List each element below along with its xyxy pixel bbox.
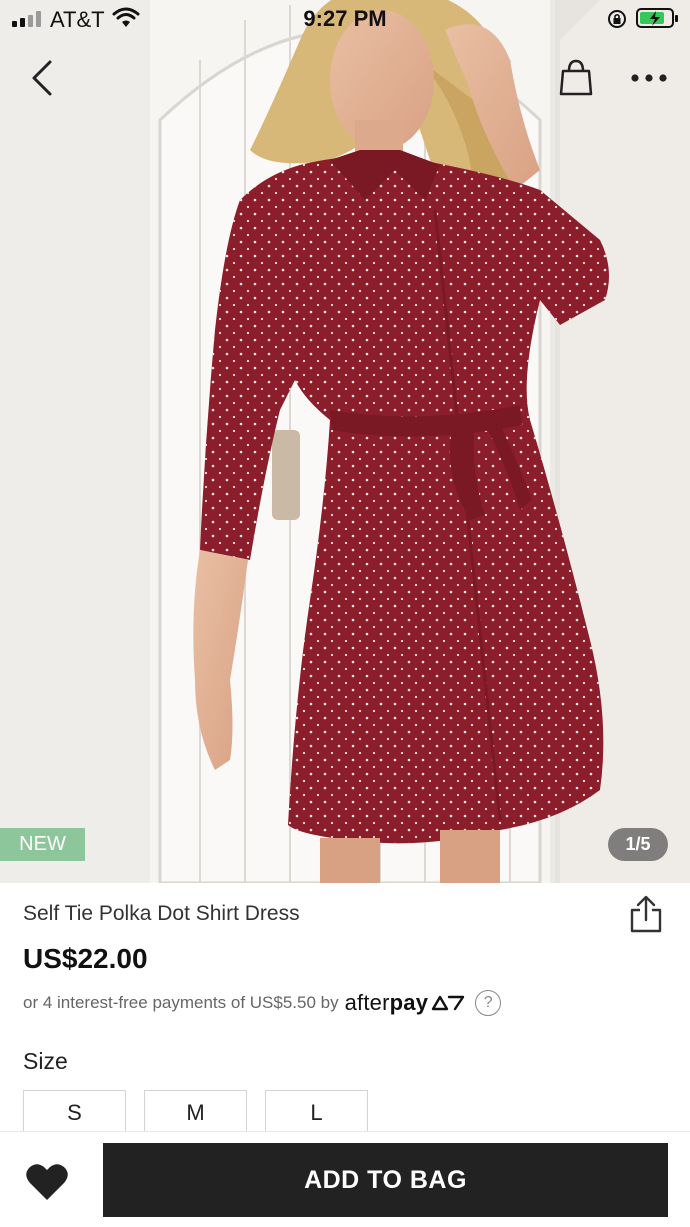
new-badge: NEW xyxy=(0,828,85,861)
wifi-icon xyxy=(112,7,140,27)
back-chevron-icon xyxy=(32,60,52,96)
wishlist-button[interactable] xyxy=(25,1162,71,1204)
shopping-bag-icon xyxy=(559,59,593,96)
orientation-lock-icon xyxy=(608,10,626,28)
more-options-button[interactable] xyxy=(624,60,674,96)
size-option-m[interactable]: M xyxy=(144,1090,247,1135)
afterpay-logo: afterpay xyxy=(344,990,429,1015)
cellular-signal-icon xyxy=(12,11,41,27)
image-page-indicator: 1/5 xyxy=(608,828,668,861)
shopping-bag-button[interactable] xyxy=(554,55,598,99)
product-price: US$22.00 xyxy=(23,943,148,974)
installments-text: or 4 interest-free payments of US$5.50 b… xyxy=(23,993,339,1012)
carrier-name: AT&T xyxy=(50,7,105,32)
size-option-s[interactable]: S xyxy=(23,1090,126,1135)
more-dots-icon xyxy=(631,74,667,82)
product-image-gallery[interactable] xyxy=(0,0,690,883)
status-bar: AT&T 9:27 PM xyxy=(0,0,690,38)
product-title: Self Tie Polka Dot Shirt Dress xyxy=(23,902,300,925)
size-option-l[interactable]: L xyxy=(265,1090,368,1135)
bottom-action-bar: ADD TO BAG xyxy=(0,1131,690,1227)
heart-icon xyxy=(26,1164,68,1200)
add-to-bag-button[interactable]: ADD TO BAG xyxy=(103,1143,668,1217)
back-button[interactable] xyxy=(22,56,62,100)
share-button[interactable] xyxy=(628,894,664,934)
afterpay-mark-icon xyxy=(431,995,465,1011)
share-icon xyxy=(630,895,662,933)
battery-charging-icon xyxy=(636,8,678,28)
product-photo xyxy=(0,0,690,883)
afterpay-info: or 4 interest-free payments of US$5.50 b… xyxy=(23,990,502,1016)
size-label: Size xyxy=(23,1048,68,1074)
help-icon[interactable]: ? xyxy=(475,990,502,1016)
